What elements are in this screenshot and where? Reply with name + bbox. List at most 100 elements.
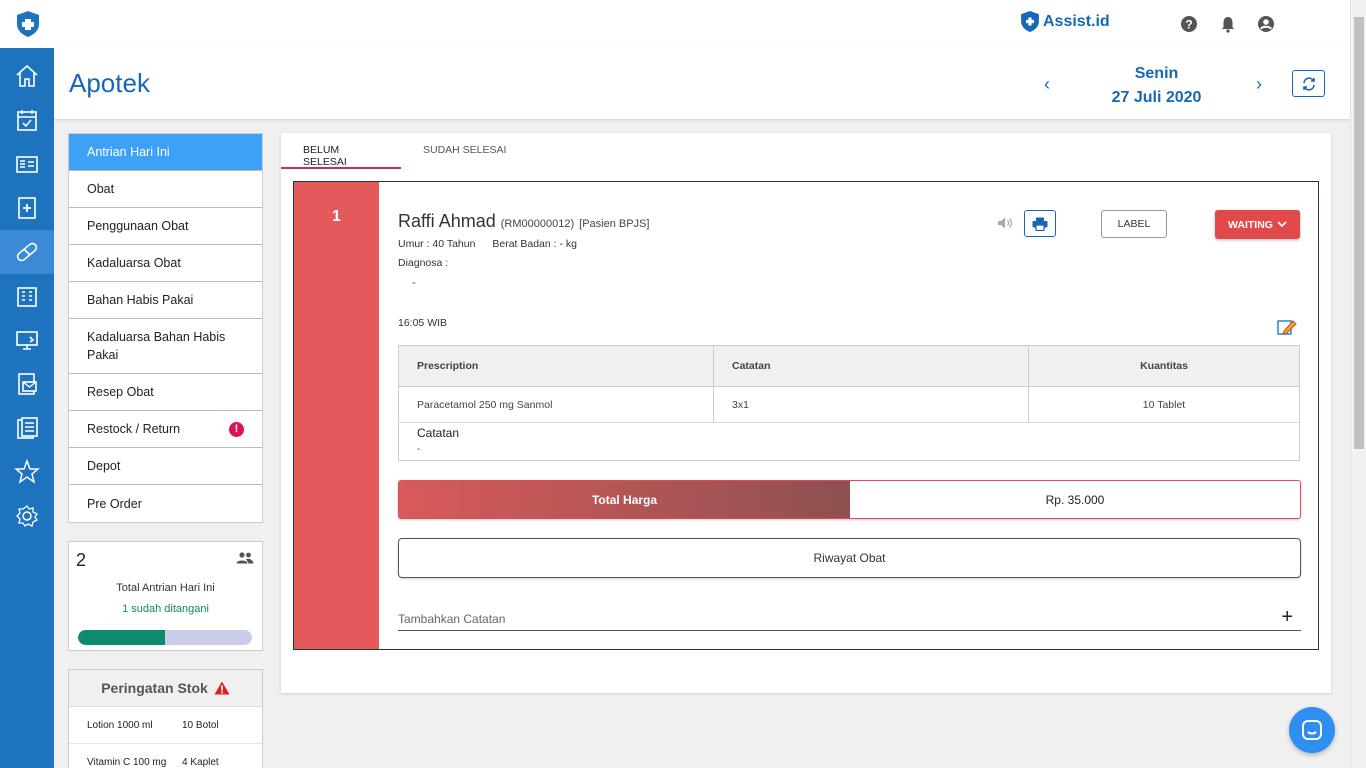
prescription-note-label: Catatan: [417, 426, 460, 440]
medical-record-icon: [18, 197, 36, 219]
menu-item-obat[interactable]: Obat: [69, 171, 262, 208]
printer-icon: [1032, 217, 1048, 231]
pill-icon: [16, 242, 38, 262]
prescription-name: Paracetamol 250 mg Sanmol: [398, 386, 714, 423]
alert-badge: !: [229, 421, 244, 437]
menu-item-depot[interactable]: Depot: [69, 448, 262, 485]
total-price-label: Total Harga: [399, 481, 850, 518]
prescription-table: Prescription Catatan Kuantitas Paracetam…: [398, 345, 1300, 423]
speaker-icon[interactable]: [997, 216, 1013, 230]
queue-count: 2: [76, 550, 87, 570]
stock-item-qty: 10 Botol: [182, 719, 219, 731]
tab-sudah-selesai[interactable]: SUDAH SELESAI: [401, 133, 528, 169]
total-price-value: Rp. 35.000: [1045, 492, 1105, 507]
brand-logo: Assist.id: [1021, 11, 1110, 32]
refresh-button[interactable]: [1292, 70, 1325, 97]
patient-info: Umur : 40 Tahun Berat Badan : - kg: [398, 238, 577, 250]
rail-clipboard[interactable]: [0, 406, 54, 450]
plus-icon[interactable]: +: [1281, 606, 1293, 629]
label-button[interactable]: LABEL: [1101, 210, 1167, 238]
rail-pharmacy[interactable]: [0, 230, 54, 274]
chat-launcher-button[interactable]: [1289, 707, 1335, 753]
menu-item-label: Kadaluarsa Bahan Habis Pakai: [87, 330, 226, 362]
menu-item-kadaluarsa-bahan[interactable]: Kadaluarsa Bahan Habis Pakai: [69, 319, 262, 374]
chevron-down-icon: [1277, 221, 1287, 228]
prescription-quantity: 10 Tablet: [1028, 386, 1300, 423]
stock-warning-card: Peringatan Stok Lotion 1000 ml 10 Botol …: [68, 669, 263, 768]
stock-row: Lotion 1000 ml 10 Botol: [69, 707, 262, 744]
menu-item-resep-obat[interactable]: Resep Obat: [69, 374, 262, 411]
menu-item-antrian[interactable]: Antrian Hari Ini: [69, 134, 262, 171]
rail-mail[interactable]: [0, 362, 54, 406]
queue-progress-fill: [78, 630, 165, 645]
help-icon[interactable]: ?: [1180, 15, 1198, 33]
prev-date-chevron-icon[interactable]: ‹: [1044, 74, 1050, 95]
menu-item-kadaluarsa-obat[interactable]: Kadaluarsa Obat: [69, 245, 262, 282]
brand-name: Assist.id: [1043, 12, 1110, 30]
medication-history-button[interactable]: Riwayat Obat: [398, 538, 1301, 578]
queue-time: 16:05 WIB: [398, 317, 448, 329]
menu-item-label: Resep Obat: [87, 385, 154, 399]
top-bar: Assist.id ?: [0, 0, 1350, 48]
date-value: 27 Juli 2020: [1111, 89, 1202, 106]
menu-item-label: Penggunaan Obat: [87, 219, 189, 233]
page-scrollbar[interactable]: [1350, 0, 1366, 768]
stock-item-qty: 4 Kaplet: [182, 756, 219, 768]
print-button[interactable]: [1024, 210, 1056, 237]
svg-text:?: ?: [1185, 18, 1192, 32]
shield-logo-icon[interactable]: [17, 11, 39, 37]
menu-item-penggunaan-obat[interactable]: Penggunaan Obat: [69, 208, 262, 245]
settings-icon: [16, 505, 38, 527]
menu-item-label: Antrian Hari Ini: [87, 145, 170, 159]
scrollbar-thumb[interactable]: [1354, 17, 1364, 449]
rail-favorites[interactable]: [0, 450, 54, 494]
prescription-note: 3x1: [713, 386, 1029, 423]
menu-item-label: Pre Order: [87, 496, 142, 511]
rail-settings[interactable]: [0, 494, 54, 538]
menu-item-restock-return[interactable]: Restock / Return !: [69, 411, 262, 448]
queue-number: 1: [332, 208, 341, 225]
id-card-icon: [16, 156, 38, 173]
rail-facility[interactable]: [0, 274, 54, 318]
refresh-icon: [1302, 76, 1315, 91]
status-dropdown-button[interactable]: WAITING: [1215, 210, 1300, 239]
queue-progress-bar: [78, 630, 252, 645]
rail-monitor[interactable]: [0, 318, 54, 362]
add-note-field[interactable]: Tambahkan Catatan +: [398, 606, 1301, 631]
rail-patients[interactable]: [0, 142, 54, 186]
mail-icon: [18, 373, 37, 395]
menu-item-label: Kadaluarsa Obat: [87, 256, 181, 270]
queue-summary-card: 2 Total Antrian Hari Ini 1 sudah ditanga…: [68, 541, 263, 651]
stock-row: Vitamin C 100 mg 4 Kaplet: [69, 744, 262, 768]
account-icon[interactable]: [1257, 15, 1275, 33]
icon-rail: [0, 48, 54, 768]
patient-record-number: (RM00000012): [500, 218, 575, 230]
queue-panel: BELUM SELESAI SUDAH SELESAI 1 Raffi Ahma…: [281, 133, 1331, 693]
prescription-note-value: -: [417, 444, 421, 455]
patient-age: Umur : 40 Tahun: [398, 238, 476, 250]
menu-item-label: Obat: [87, 182, 115, 196]
warning-icon: [214, 681, 230, 695]
column-header-prescription: Prescription: [398, 345, 714, 387]
menu-item-pre-order[interactable]: Pre Order: [69, 485, 262, 522]
calendar-check-icon: [17, 110, 37, 131]
menu-item-bahan-habis-pakai[interactable]: Bahan Habis Pakai: [69, 282, 262, 319]
patient-name-line: Raffi Ahmad (RM00000012) [Pasien BPJS]: [398, 211, 649, 232]
rail-medical-record[interactable]: [0, 186, 54, 230]
status-label: WAITING: [1228, 218, 1273, 231]
status-tabs: BELUM SELESAI SUDAH SELESAI: [281, 133, 528, 169]
tab-belum-selesai[interactable]: BELUM SELESAI: [281, 133, 401, 169]
rail-home[interactable]: [0, 54, 54, 98]
date-display: Senin 27 Juli 2020: [1094, 62, 1219, 110]
queue-number-strip: 1: [294, 182, 379, 649]
next-date-chevron-icon[interactable]: ›: [1256, 74, 1262, 95]
monitor-icon: [16, 331, 38, 350]
table-header-row: Prescription Catatan Kuantitas: [398, 345, 1300, 387]
rail-schedule[interactable]: [0, 98, 54, 142]
column-header-catatan: Catatan: [713, 345, 1029, 387]
edit-note-icon[interactable]: [1277, 318, 1297, 336]
queue-handled: 1 sudah ditangani: [122, 603, 209, 615]
bell-icon[interactable]: [1219, 15, 1237, 33]
stock-warning-header: Peringatan Stok: [69, 670, 262, 707]
diagnosis-label: Diagnosa :: [398, 257, 449, 269]
